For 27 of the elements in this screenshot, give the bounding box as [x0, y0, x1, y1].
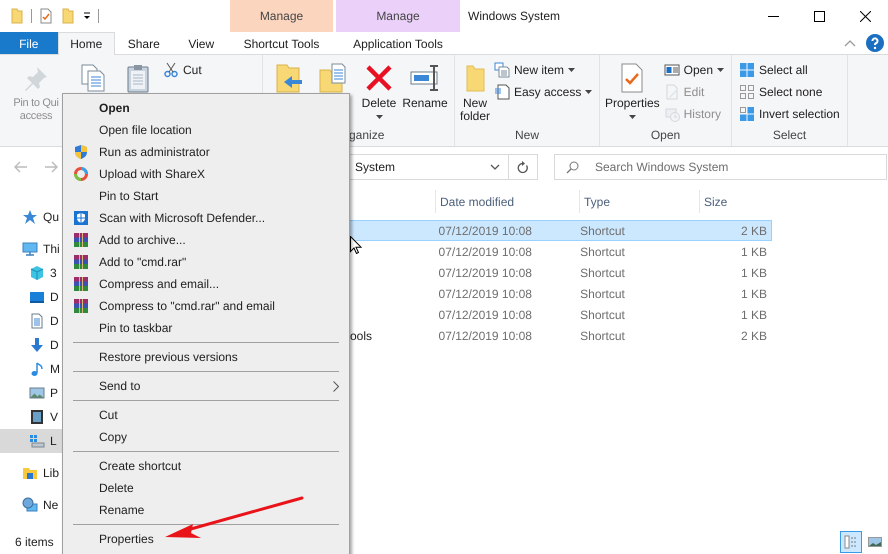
group-label: ganize — [349, 128, 384, 142]
window-title: Windows System — [468, 9, 560, 23]
group-label: Select — [772, 128, 806, 142]
table-cell: 07/12/2019 10:08 — [438, 328, 532, 342]
table-cell: 07/12/2019 10:08 — [438, 244, 532, 258]
item-count: 6 items — [15, 535, 54, 549]
group-label: New — [514, 128, 539, 142]
table-cell: 1 KB — [740, 244, 767, 258]
group-label: Open — [650, 128, 680, 142]
table-cell: 07/12/2019 10:08 — [438, 224, 532, 238]
table-cell: 07/12/2019 10:08 — [438, 286, 532, 300]
context-tab-header: Manage — [230, 0, 333, 32]
context-tab-header: Manage — [336, 0, 460, 32]
table-cell: 07/12/2019 10:08 — [438, 266, 532, 280]
table-cell: 2 KB — [740, 328, 767, 342]
file-name: ools — [350, 328, 372, 342]
table-cell: Shortcut — [580, 244, 625, 258]
table-cell: Shortcut — [580, 286, 625, 300]
table-cell: Shortcut — [580, 266, 625, 280]
table-cell: Shortcut — [580, 308, 625, 322]
table-cell: 1 KB — [740, 286, 767, 300]
table-cell: Shortcut — [580, 328, 625, 342]
table-cell: 2 KB — [740, 224, 767, 238]
table-cell: 07/12/2019 10:08 — [438, 308, 532, 322]
table-cell: Shortcut — [580, 224, 625, 238]
table-cell: 1 KB — [740, 308, 767, 322]
table-cell: 1 KB — [740, 266, 767, 280]
